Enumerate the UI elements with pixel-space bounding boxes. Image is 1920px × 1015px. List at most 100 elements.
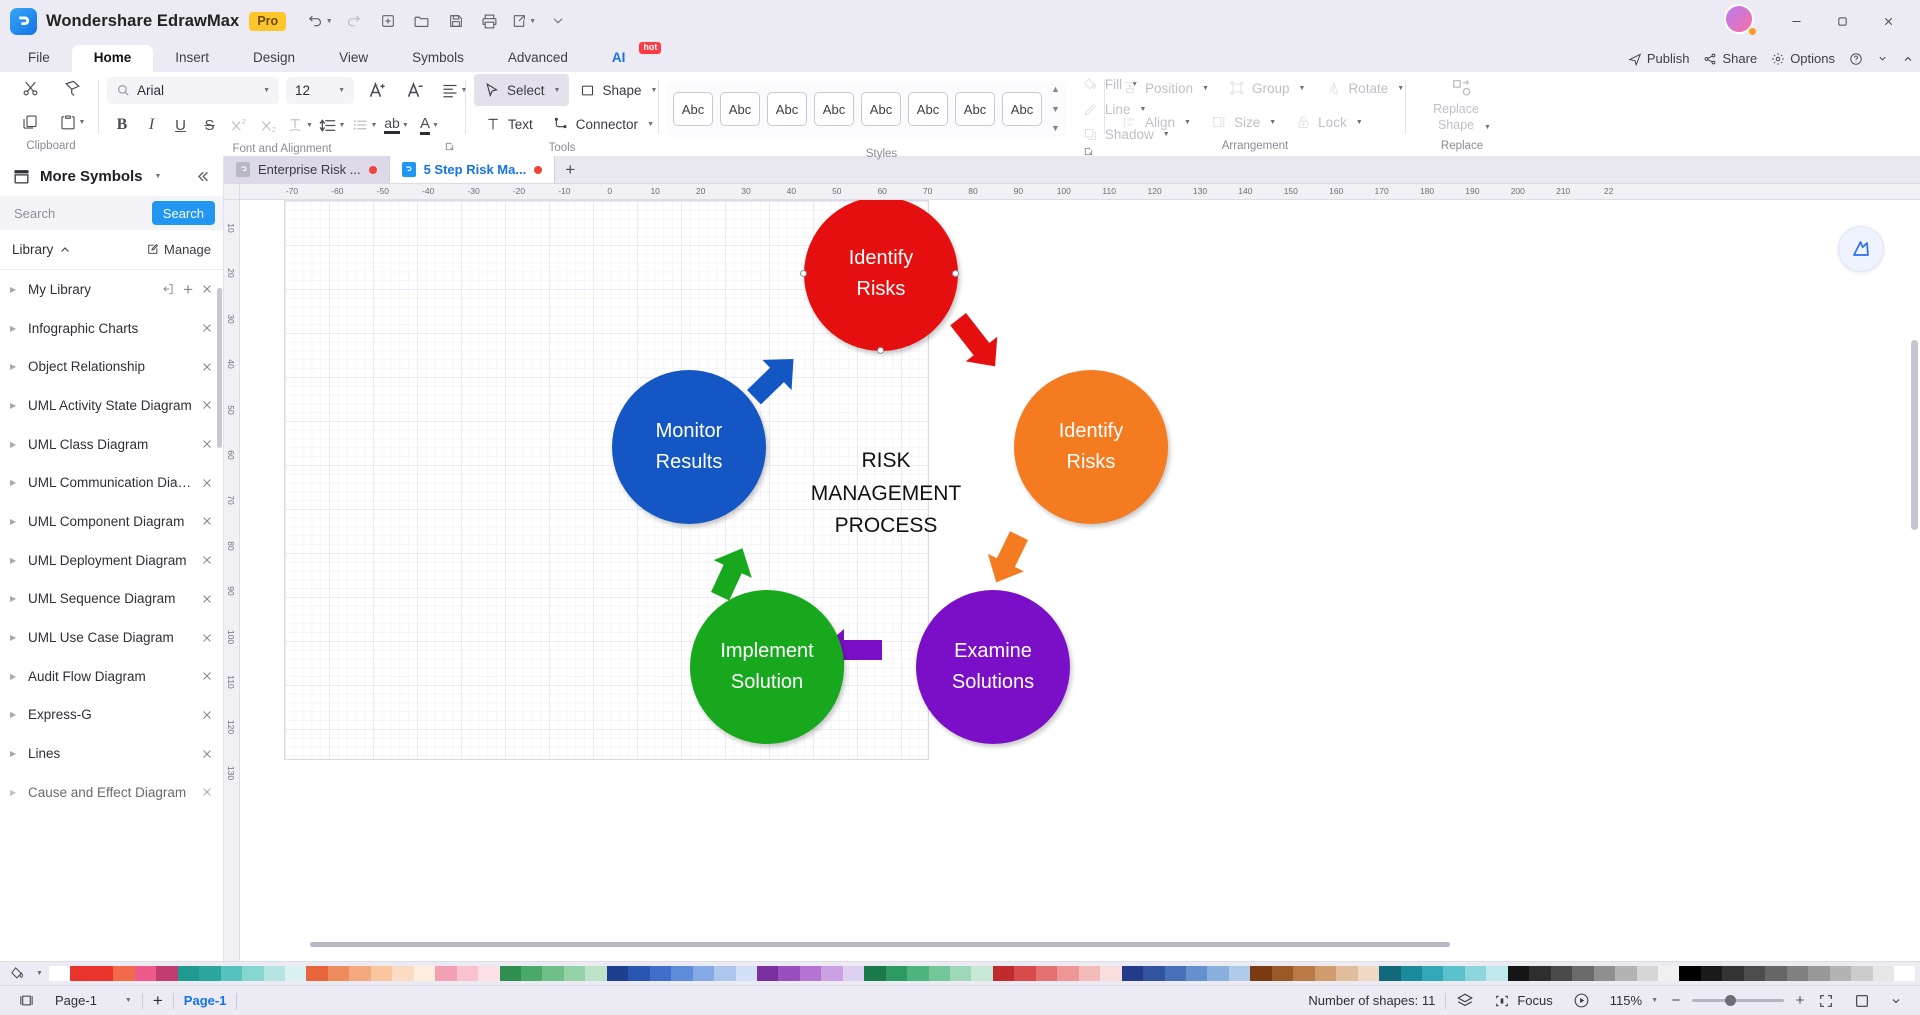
chevron-right-icon[interactable]: ▶: [10, 362, 20, 371]
color-swatch[interactable]: [1615, 966, 1637, 981]
node-identify-risks-orange[interactable]: Identify Risks: [1014, 370, 1168, 524]
underline-button[interactable]: U: [166, 109, 195, 141]
status-more-button[interactable]: [1880, 990, 1912, 1012]
color-swatch[interactable]: [1550, 966, 1573, 981]
position-caret-icon[interactable]: ▼: [1202, 85, 1209, 92]
sidebar-item-object-relationship[interactable]: ▶ Object Relationship: [0, 347, 223, 386]
size-button[interactable]: Size ▼: [1202, 106, 1285, 138]
sidebar-item-audit-flow-diagram[interactable]: ▶ Audit Flow Diagram: [0, 657, 223, 696]
chevron-right-icon[interactable]: ▶: [10, 672, 20, 681]
close-icon[interactable]: [201, 670, 213, 682]
color-swatch[interactable]: [1078, 966, 1101, 981]
color-swatch[interactable]: [821, 966, 843, 981]
sidebar-item-uml-use-case-diagram[interactable]: ▶ UML Use Case Diagram: [0, 618, 223, 657]
color-swatch[interactable]: [907, 966, 929, 981]
color-swatch[interactable]: [1486, 966, 1508, 981]
manage-library-button[interactable]: Manage: [146, 242, 211, 257]
color-swatch[interactable]: [1636, 966, 1658, 981]
color-swatch[interactable]: [413, 966, 436, 981]
sidebar-collapse-button[interactable]: [194, 168, 211, 185]
select-caret-icon[interactable]: ▼: [554, 87, 561, 94]
text-effects-button[interactable]: ▼: [284, 109, 315, 141]
color-swatch[interactable]: [885, 966, 908, 981]
color-swatch[interactable]: [1143, 966, 1165, 981]
text-tool-button[interactable]: Text: [474, 108, 542, 140]
color-swatch[interactable]: [284, 966, 307, 981]
close-icon[interactable]: [201, 477, 213, 489]
node-implement-solution[interactable]: Implement Solution: [690, 590, 844, 744]
new-file-button[interactable]: [372, 7, 403, 36]
highlight-caret-icon[interactable]: ▼: [402, 122, 409, 129]
color-swatch[interactable]: [1700, 966, 1723, 981]
color-swatch[interactable]: [392, 966, 414, 981]
increase-font-size-button[interactable]: [360, 74, 396, 106]
superscript-button[interactable]: 2: [224, 109, 254, 141]
close-icon[interactable]: [201, 786, 213, 798]
shape-caret-icon[interactable]: ▼: [651, 87, 658, 94]
color-swatch[interactable]: [1507, 966, 1530, 981]
search-button[interactable]: Search: [151, 201, 215, 225]
color-swatch[interactable]: [1057, 966, 1079, 981]
undo-caret-icon[interactable]: ▼: [326, 18, 333, 25]
canvas[interactable]: Identify Risks Identify Risks Examine So…: [240, 200, 1920, 961]
bold-button[interactable]: B: [107, 109, 137, 141]
selection-handle-bottom[interactable]: [877, 347, 884, 354]
tab-insert[interactable]: Insert: [153, 45, 231, 72]
library-collapse-chevron-icon[interactable]: [59, 244, 71, 256]
chevron-right-icon[interactable]: ▶: [10, 788, 20, 797]
diagram-center-title[interactable]: RISK MANAGEMENT PROCESS: [770, 445, 1002, 543]
italic-button[interactable]: I: [137, 109, 166, 141]
color-swatch[interactable]: [971, 966, 993, 981]
palette-fill-icon[interactable]: [4, 966, 30, 981]
color-swatch[interactable]: [799, 966, 822, 981]
page-select-caret-icon[interactable]: ▼: [125, 997, 132, 1004]
connector-caret-icon[interactable]: ▼: [647, 121, 654, 128]
color-swatch[interactable]: [1293, 966, 1315, 981]
chevron-right-icon[interactable]: ▶: [10, 401, 20, 410]
color-swatch[interactable]: [1100, 966, 1122, 981]
color-swatch[interactable]: [349, 966, 371, 981]
style-chip[interactable]: Abc: [673, 92, 713, 126]
color-swatch[interactable]: [842, 966, 865, 981]
style-chip[interactable]: Abc: [767, 92, 807, 126]
color-swatch[interactable]: [1014, 966, 1036, 981]
color-swatch[interactable]: [1336, 966, 1358, 981]
customize-qat-button[interactable]: [542, 7, 573, 36]
strikethrough-button[interactable]: S: [195, 109, 224, 141]
search-input[interactable]: Search: [14, 206, 152, 221]
color-swatch[interactable]: [1679, 966, 1701, 981]
color-swatch[interactable]: [1186, 966, 1208, 981]
color-swatch[interactable]: [177, 966, 200, 981]
line-spacing-caret-icon[interactable]: ▼: [339, 122, 346, 129]
color-swatch[interactable]: [1400, 966, 1422, 981]
zoom-track[interactable]: [1692, 995, 1784, 1006]
sidebar-title-caret-icon[interactable]: ▼: [155, 173, 162, 180]
color-swatch[interactable]: [1271, 966, 1294, 981]
selection-handle-left[interactable]: [800, 270, 807, 277]
paste-caret-icon[interactable]: ▼: [79, 119, 86, 126]
share-button[interactable]: Share: [1703, 51, 1757, 66]
size-caret-icon[interactable]: ▼: [1269, 119, 1276, 126]
font-color-button[interactable]: A ▼: [413, 109, 446, 141]
close-button[interactable]: [1866, 0, 1910, 42]
color-swatch[interactable]: [542, 966, 564, 981]
add-page-button[interactable]: +: [143, 990, 173, 1012]
group-button[interactable]: Group ▼: [1220, 72, 1314, 104]
zoom-slider[interactable]: − +: [1668, 992, 1808, 1009]
close-icon[interactable]: [201, 361, 213, 373]
lock-caret-icon[interactable]: ▼: [1356, 119, 1363, 126]
color-swatch[interactable]: [1379, 966, 1401, 981]
font-color-caret-icon[interactable]: ▼: [432, 122, 439, 129]
style-gallery-more-button[interactable]: ▼: [1051, 124, 1060, 133]
save-button[interactable]: [440, 7, 471, 36]
line-spacing-button[interactable]: ▼: [315, 109, 348, 141]
color-swatch[interactable]: [134, 966, 157, 981]
color-swatch[interactable]: [1464, 966, 1487, 981]
focus-mode-button[interactable]: Focus: [1484, 990, 1562, 1012]
align-button[interactable]: Align ▼: [1113, 106, 1200, 138]
replace-shape-button[interactable]: Replace Shape ▼: [1415, 74, 1509, 136]
sidebar-item-express-g[interactable]: ▶ Express-G: [0, 696, 223, 735]
style-chip[interactable]: Abc: [720, 92, 760, 126]
palette-caret-icon[interactable]: ▼: [34, 970, 45, 977]
presentation-button[interactable]: [1563, 990, 1600, 1012]
